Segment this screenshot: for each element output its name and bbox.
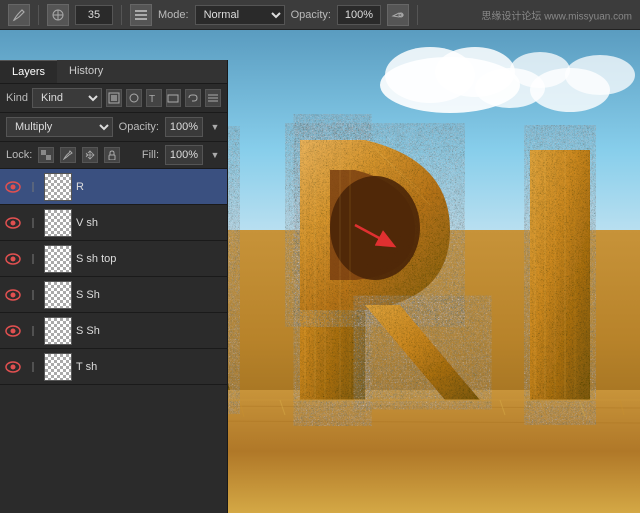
pixel-layer-icon[interactable] [106, 89, 122, 107]
options-icon[interactable] [130, 4, 152, 26]
link-icon-SSh2 [26, 322, 40, 340]
blend-mode-row: Multiply Normal Screen Overlay Soft Ligh… [0, 113, 227, 142]
separator-3 [417, 5, 418, 25]
layer-thumb-Tsh [44, 353, 72, 381]
link-icon-Tsh [26, 358, 40, 376]
svg-text:T: T [149, 94, 155, 104]
lock-checkerboard-icon[interactable] [38, 147, 54, 163]
opacity-input[interactable]: 100% [337, 5, 381, 25]
eye-icon-SSh2[interactable] [4, 322, 22, 340]
opacity-label-layers: Opacity: [119, 121, 159, 133]
blend-mode-select[interactable]: Multiply Normal Screen Overlay Soft Ligh… [6, 117, 113, 137]
layer-thumb-SSh2 [44, 317, 72, 345]
layer-name-Vsh: V sh [76, 217, 223, 229]
airbrush-icon[interactable] [387, 4, 409, 26]
brush-size-input[interactable]: 35 [75, 5, 113, 25]
shape-layer-icon[interactable] [166, 89, 182, 107]
layer-row-SSh2[interactable]: S Sh [0, 313, 227, 349]
layer-name-R: R [76, 181, 223, 193]
layer-row-Tsh[interactable]: T sh [0, 349, 227, 385]
eye-icon-SSh1[interactable] [4, 286, 22, 304]
layer-row-SSh1[interactable]: S Sh [0, 277, 227, 313]
eye-icon-Tsh[interactable] [4, 358, 22, 376]
layer-row-Sshtop[interactable]: S sh top [0, 241, 227, 277]
opacity-arrow[interactable]: ▼ [209, 117, 221, 137]
separator-1 [38, 5, 39, 25]
eye-icon-Vsh[interactable] [4, 214, 22, 232]
mode-select[interactable]: Normal Multiply Screen Overlay [195, 5, 285, 25]
tab-history[interactable]: History [57, 60, 115, 83]
kind-select[interactable]: Kind Pixel Adjustment Type Shape Smart O… [32, 88, 102, 108]
lock-locked-icon[interactable] [104, 147, 120, 163]
link-icon-R [26, 178, 40, 196]
layer-name-SSh1: S Sh [76, 289, 223, 301]
layer-name-Tsh: T sh [76, 361, 223, 373]
size-icon[interactable] [47, 4, 69, 26]
lock-brush-icon[interactable] [60, 147, 76, 163]
lock-label: Lock: [6, 149, 32, 161]
separator-2 [121, 5, 122, 25]
brush-tool-icon[interactable] [8, 4, 30, 26]
tab-layers[interactable]: Layers [0, 60, 57, 83]
eye-icon-R[interactable] [4, 178, 22, 196]
fill-value-input[interactable]: 100% [165, 145, 203, 165]
lock-move-icon[interactable] [82, 147, 98, 163]
link-icon-SSh1 [26, 286, 40, 304]
watermark-text: 思缘设计论坛 www.missyuan.com [481, 7, 632, 22]
chain-layer-icon[interactable] [185, 89, 201, 107]
eye-icon-Sshtop[interactable] [4, 250, 22, 268]
link-icon-Vsh [26, 214, 40, 232]
layer-name-SSh2: S Sh [76, 325, 223, 337]
circle-layer-icon[interactable] [126, 89, 142, 107]
fill-arrow[interactable]: ▼ [209, 145, 221, 165]
layer-thumb-SSh1 [44, 281, 72, 309]
main-toolbar: 35 Mode: Normal Multiply Screen Overlay … [0, 0, 640, 30]
lock-row: Lock: Fill: 100% ▼ [0, 142, 227, 169]
layer-thumb-Vsh [44, 209, 72, 237]
kind-row: Kind Kind Pixel Adjustment Type Shape Sm… [0, 84, 227, 113]
panel-tabs: Layers History [0, 60, 227, 84]
layers-panel: Layers History Kind Kind Pixel Adjustmen… [0, 60, 228, 513]
layer-thumb-Sshtop [44, 245, 72, 273]
link-icon-Sshtop [26, 250, 40, 268]
more-layer-icon[interactable] [205, 89, 221, 107]
mode-label: Mode: [158, 9, 189, 21]
layer-thumb-R [44, 173, 72, 201]
layer-name-Sshtop: S sh top [76, 253, 223, 265]
opacity-value-input[interactable]: 100% [165, 117, 203, 137]
kind-label: Kind [6, 92, 28, 104]
canvas-area: Layers History Kind Kind Pixel Adjustmen… [0, 30, 640, 513]
layer-row-R[interactable]: R [0, 169, 227, 205]
opacity-label: Opacity: [291, 9, 331, 21]
layer-row-Vsh[interactable]: V sh [0, 205, 227, 241]
fill-label: Fill: [142, 149, 159, 161]
type-layer-icon[interactable]: T [146, 89, 162, 107]
